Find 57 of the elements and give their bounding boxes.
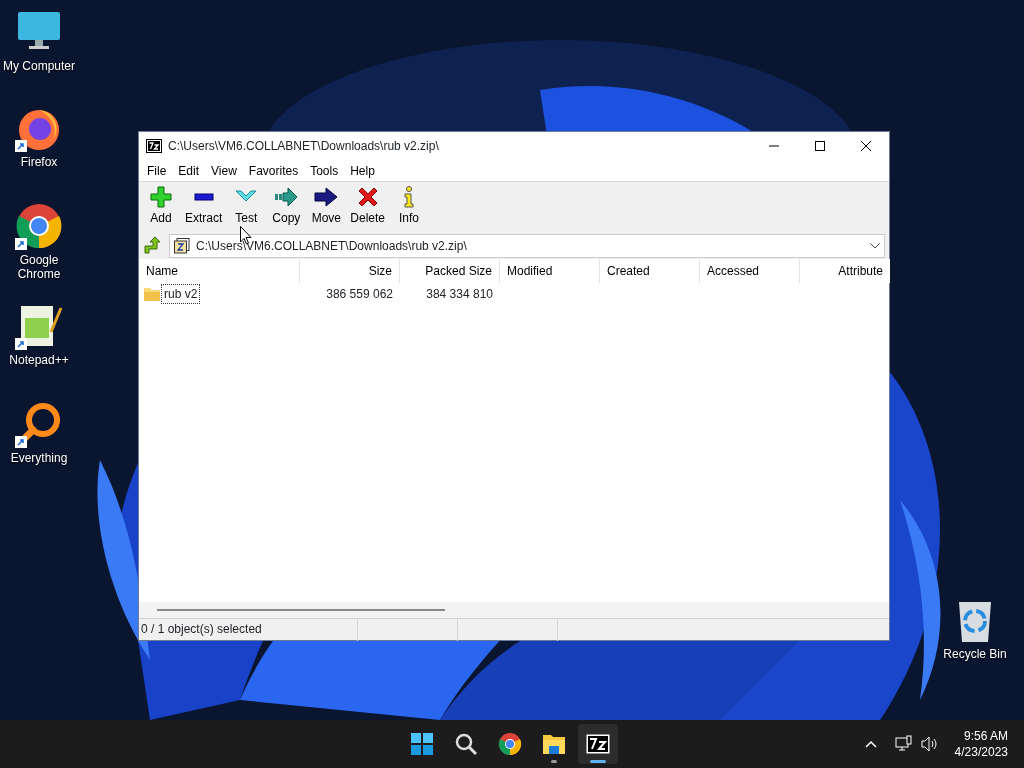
table-cell-text: 386 559 062 [325,286,394,303]
column-header[interactable]: Attribute [800,258,890,283]
arrow-right-icon [314,185,339,209]
horizontal-scrollbar[interactable] [139,602,889,618]
search-icon [454,732,478,756]
running-indicator [590,760,606,763]
test-button[interactable]: Test [226,185,267,226]
speaker-icon[interactable] [920,736,939,752]
app-icon[interactable] [15,202,63,250]
address-field[interactable]: C:\Users\VM6.COLLABNET\Downloads\rub v2.zip\ [169,234,885,258]
column-header[interactable]: Created [600,258,700,283]
icon-label[interactable]: My Computer [3,59,75,73]
icon-label[interactable]: Firefox [20,155,58,169]
close-icon [861,141,871,151]
plus-icon [149,185,173,209]
column-header[interactable]: Size [300,258,400,283]
running-indicator [551,760,557,763]
add-button[interactable]: Add [141,185,181,226]
app-icon[interactable] [15,400,63,448]
folder-icon [542,732,566,756]
status-text: 0 / 1 object(s) selected [141,622,262,636]
extract-button[interactable]: Extract [181,185,227,226]
network-icon[interactable] [894,735,913,753]
column-header[interactable]: Accessed [700,258,800,283]
copy-button[interactable]: Copy [266,185,307,226]
info-button[interactable]: Info [389,185,430,226]
file-name[interactable]: rub v2 [161,284,201,304]
icon-label[interactable]: Everything [10,451,68,465]
icon-label[interactable]: Recycle Bin [943,647,1007,661]
maximize-icon [815,141,825,151]
archive-icon [586,732,610,756]
menu-item[interactable]: View [205,161,243,180]
column-header[interactable]: Name [139,258,300,283]
window-title: C:\Users\VM6.COLLABNET\Downloads\rub v2.zip\ [168,138,440,155]
move-button[interactable]: Move [306,185,347,226]
arrow-right-icon [274,185,299,209]
icon-label[interactable]: Google Chrome [0,253,78,281]
menu-item[interactable]: Help [344,161,381,180]
taskbar-button[interactable] [578,724,618,764]
delete-button[interactable]: Delete [346,185,390,226]
column-header[interactable]: Packed Size [400,258,500,283]
archive-icon [174,238,190,254]
menu-item[interactable]: File [141,161,173,180]
chevron-down-icon [870,243,880,249]
start-icon [410,732,434,756]
menu-item[interactable]: Favorites [242,161,305,180]
up-folder-button[interactable] [141,235,163,257]
clock[interactable]: 9:56 AM 4/23/2023 [954,728,1008,760]
folder-icon [144,287,160,301]
menu-item[interactable]: Edit [172,161,206,180]
chrome-icon [498,732,522,756]
icon-label[interactable]: Notepad++ [9,353,69,367]
column-header[interactable]: Modified [500,258,600,283]
archive-icon [146,139,162,153]
menu-item[interactable]: Tools [304,161,345,180]
table-cell-text: 384 334 810 [425,286,494,303]
chevron-up-icon[interactable] [864,740,877,748]
